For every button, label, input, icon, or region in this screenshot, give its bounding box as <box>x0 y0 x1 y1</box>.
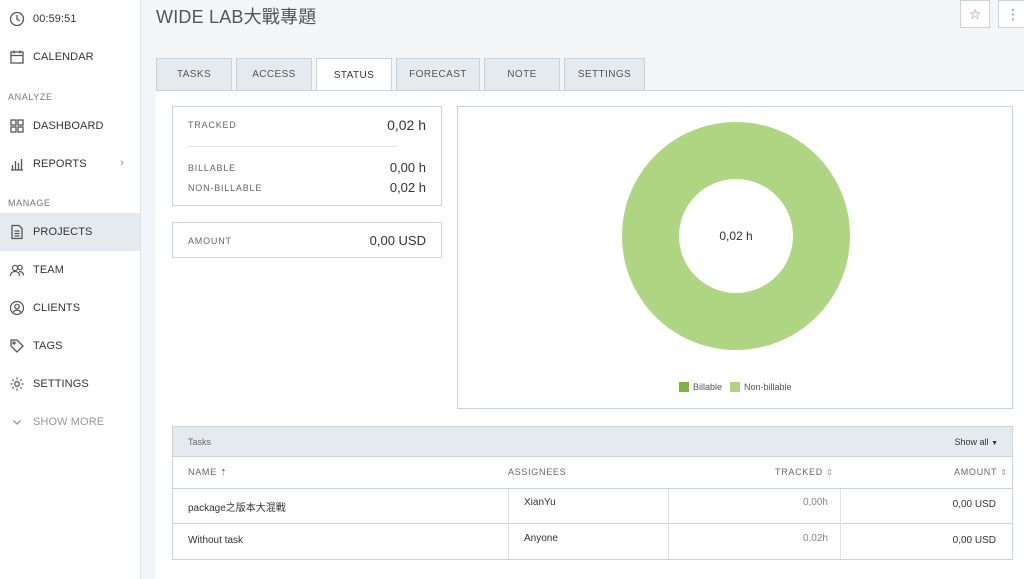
sidebar-item-settings[interactable]: SETTINGS <box>0 365 140 403</box>
tab-status[interactable]: STATUS <box>316 58 392 91</box>
amount-value: 0,00 USD <box>369 233 426 248</box>
sidebar-item-calendar[interactable]: CALENDAR <box>0 38 140 76</box>
donut-center-label: 0,02 h <box>719 229 752 243</box>
tab-forecast[interactable]: FORECAST <box>396 58 480 90</box>
legend-label-nonbillable: Non-billable <box>744 382 792 392</box>
clock-icon <box>8 10 26 28</box>
section-analyze: ANALYZE <box>8 92 53 102</box>
divider <box>188 146 398 147</box>
column-header-name[interactable]: NAME ⇡ <box>188 467 227 477</box>
tasks-table <box>172 457 1013 560</box>
sidebar: 00:59:51 CALENDAR ANALYZE DASHBOARD REPO… <box>0 0 141 579</box>
tasks-title: Tasks <box>188 437 212 447</box>
sidebar-item-label: PROJECTS <box>33 226 93 238</box>
task-name[interactable]: Without task <box>188 535 243 546</box>
task-assignees[interactable]: XianYu <box>524 497 556 508</box>
task-tracked: 0,02h <box>802 533 828 544</box>
caret-down-icon: ▼ <box>991 440 998 447</box>
sidebar-item-label: TEAM <box>33 264 64 276</box>
timer-item[interactable]: 00:59:51 <box>0 0 140 38</box>
page-title: WIDE LAB大戰專題 <box>156 7 317 27</box>
favorite-button[interactable]: ☆ <box>960 0 990 28</box>
sidebar-item-label: DASHBOARD <box>33 120 104 132</box>
sort-icon: ⇕ <box>826 468 834 477</box>
tasks-table-header: Tasks Show all ▼ <box>172 426 1013 457</box>
more-options-button[interactable]: ⋮ <box>998 0 1024 28</box>
task-assignees[interactable]: Anyone <box>524 533 558 544</box>
tab-tasks[interactable]: TASKS <box>156 58 232 90</box>
sidebar-item-projects[interactable]: PROJECTS <box>0 213 140 251</box>
column-header-assignees: ASSIGNEES <box>508 467 567 477</box>
section-manage: MANAGE <box>8 198 51 208</box>
billable-label: BILLABLE <box>188 163 236 173</box>
sidebar-item-team[interactable]: TEAM <box>0 251 140 289</box>
bar-chart-icon <box>8 155 26 173</box>
cell-divider <box>508 489 509 559</box>
task-amount: 0,00 USD <box>952 535 996 546</box>
sidebar-item-label: SETTINGS <box>33 378 89 390</box>
chevron-right-icon: › <box>120 157 124 169</box>
show-all-dropdown[interactable]: Show all ▼ <box>955 437 998 447</box>
calendar-icon <box>8 48 26 66</box>
chart-card: 0,02 h Billable Non-billable <box>457 106 1013 409</box>
billable-value: 0,00 h <box>389 160 426 175</box>
dashboard-icon <box>8 117 26 135</box>
star-icon: ☆ <box>968 5 982 22</box>
document-icon <box>8 223 26 241</box>
tracked-value: 0,02 h <box>387 117 426 133</box>
column-header-tracked[interactable]: TRACKED ⇕ <box>775 467 834 477</box>
timer-value: 00:59:51 <box>33 13 77 25</box>
sidebar-item-tags[interactable]: TAGS <box>0 327 140 365</box>
hours-summary-card: TRACKED 0,02 h BILLABLE 0,00 h NON-BILLA… <box>172 106 442 206</box>
cell-divider <box>668 489 669 559</box>
team-icon <box>8 261 26 279</box>
tracked-label: TRACKED <box>188 120 237 130</box>
column-name-label: NAME <box>188 467 217 477</box>
chevron-down-icon <box>8 413 26 431</box>
user-circle-icon <box>8 299 26 317</box>
tab-note[interactable]: NOTE <box>484 58 560 90</box>
nonbillable-label: NON-BILLABLE <box>188 183 263 193</box>
tab-settings[interactable]: SETTINGS <box>564 58 645 90</box>
amount-card: AMOUNT 0,00 USD <box>172 222 442 258</box>
column-tracked-label: TRACKED <box>775 467 823 477</box>
sidebar-item-label: TAGS <box>33 340 63 352</box>
donut-chart: 0,02 h <box>622 122 850 350</box>
nonbillable-value: 0,02 h <box>389 180 426 195</box>
row-divider <box>172 523 1013 524</box>
show-all-label: Show all <box>954 437 989 447</box>
column-amount-label: AMOUNT <box>954 467 998 477</box>
task-amount: 0,00 USD <box>952 499 996 510</box>
gear-icon <box>8 375 26 393</box>
sidebar-item-label: CALENDAR <box>33 51 94 63</box>
legend-swatch-billable <box>679 382 689 392</box>
task-name[interactable]: package之版本大混戰 <box>188 499 286 514</box>
row-divider <box>172 488 1013 489</box>
legend-swatch-nonbillable <box>730 382 740 392</box>
sidebar-item-label: SHOW MORE <box>33 416 105 428</box>
sort-icon: ⇡ <box>220 468 228 477</box>
sidebar-item-reports[interactable]: REPORTS › <box>0 145 140 183</box>
tab-access[interactable]: ACCESS <box>236 58 312 90</box>
tag-icon <box>8 337 26 355</box>
cell-divider <box>840 489 841 559</box>
sidebar-item-clients[interactable]: CLIENTS <box>0 289 140 327</box>
amount-label: AMOUNT <box>188 236 232 246</box>
sidebar-item-label: CLIENTS <box>33 302 81 314</box>
show-more-button[interactable]: SHOW MORE <box>0 403 140 441</box>
legend-label-billable: Billable <box>693 382 723 392</box>
sidebar-item-label: REPORTS <box>33 158 87 170</box>
sidebar-item-dashboard[interactable]: DASHBOARD <box>0 107 140 145</box>
more-vertical-icon: ⋮ <box>1006 6 1020 22</box>
column-header-amount[interactable]: AMOUNT ⇕ <box>954 467 1008 477</box>
sort-icon: ⇕ <box>1000 468 1008 477</box>
task-tracked: 0,00h <box>802 497 828 508</box>
